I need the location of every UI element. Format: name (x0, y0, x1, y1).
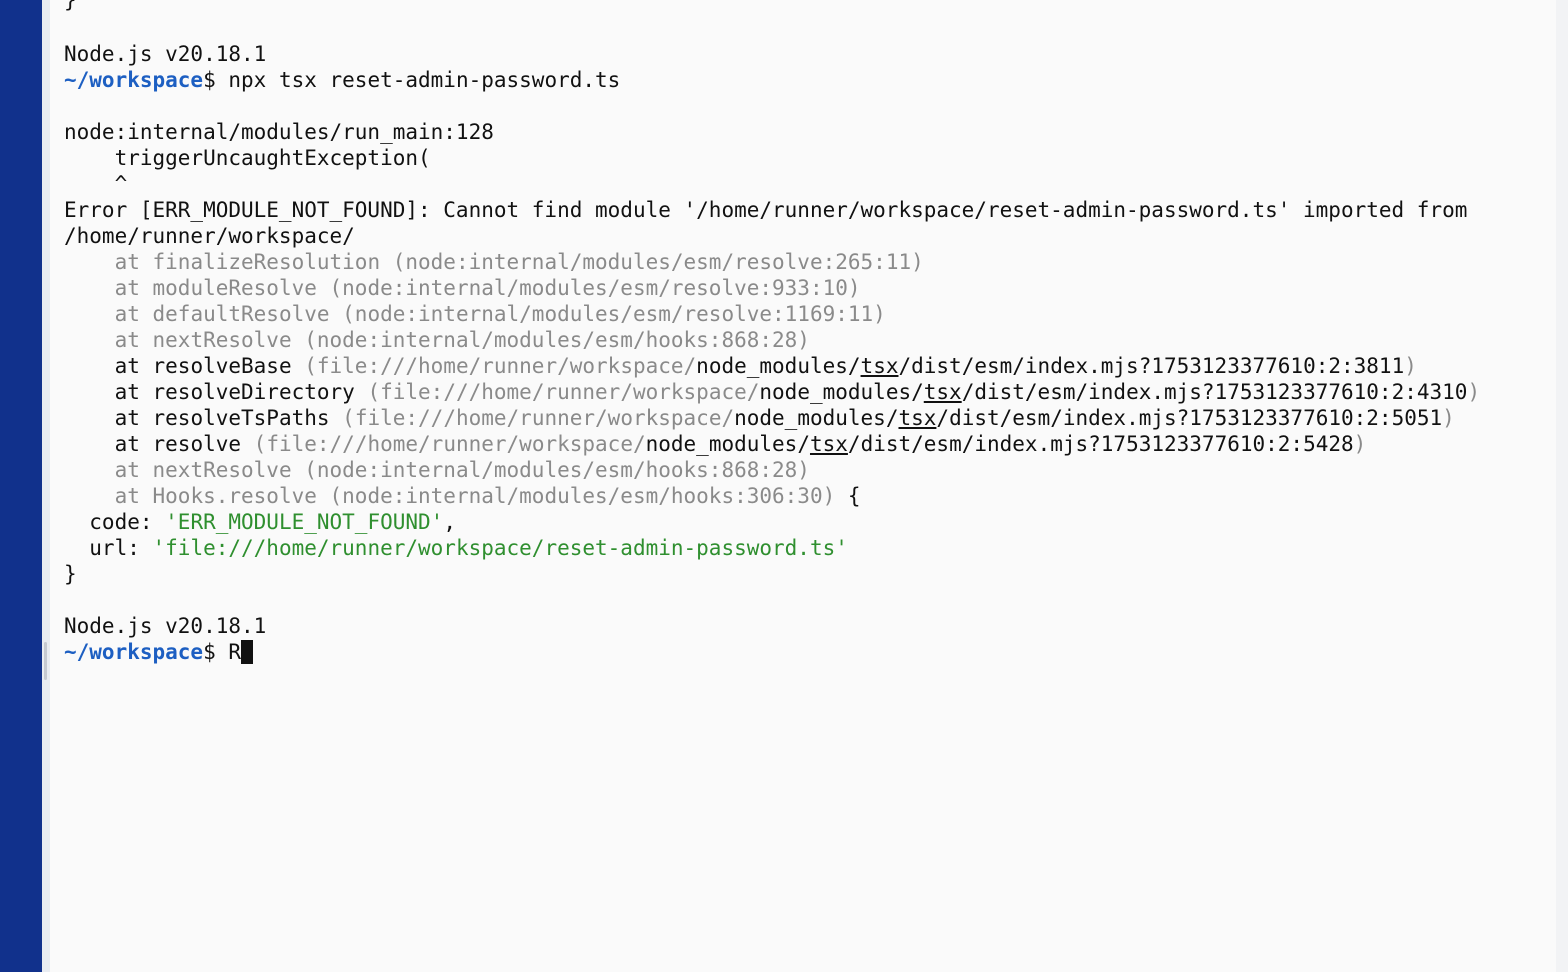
link[interactable]: tsx (924, 380, 962, 404)
stack-frame: at finalizeResolution (node:internal/mod… (114, 250, 924, 274)
stack-frame: at nextResolve (node:internal/modules/es… (114, 328, 810, 352)
link[interactable]: tsx (810, 432, 848, 456)
prompt-directory: ~/workspace (64, 640, 204, 664)
stack-frame: at resolve (file:///home/runner/workspac… (114, 432, 1367, 456)
output-line: node:internal/modules/run_main:128 (64, 120, 494, 144)
activity-bar (0, 0, 42, 972)
link[interactable]: tsx (861, 354, 899, 378)
prompt-symbol: $ (203, 68, 229, 92)
stack-frame: at defaultResolve (node:internal/modules… (114, 302, 886, 326)
prompt-line[interactable]: ~/workspace$ R (64, 639, 254, 665)
error-message: Error [ERR_MODULE_NOT_FOUND]: Cannot fin… (64, 198, 1468, 222)
stack-frame: at moduleResolve (node:internal/modules/… (114, 276, 861, 300)
error-code: code: 'ERR_MODULE_NOT_FOUND', (64, 510, 456, 534)
stack-frame: at nextResolve (node:internal/modules/es… (114, 458, 810, 482)
output-line: triggerUncaughtException( (64, 146, 431, 170)
splitter-handle[interactable] (44, 642, 47, 680)
prompt-symbol: $ (203, 640, 229, 664)
stack-frame: at Hooks.resolve (node:internal/modules/… (114, 484, 861, 508)
stack-frame: at resolveDirectory (file:///home/runner… (114, 380, 1481, 404)
error-message-cont: /home/runner/workspace/ (64, 224, 355, 248)
node-version-line: Node.js v20.18.1 (64, 614, 267, 638)
terminal-output[interactable]: } Node.js v20.18.1 ~/workspace$ npx tsx … (64, 0, 1554, 972)
link[interactable]: tsx (898, 406, 936, 430)
error-url: url: 'file:///home/runner/workspace/rese… (64, 536, 848, 560)
scrollbar-track[interactable] (1556, 0, 1568, 972)
terminal-input[interactable]: R (228, 640, 241, 664)
output-line: } (64, 562, 77, 586)
command-text: npx tsx reset-admin-password.ts (228, 68, 621, 92)
output-line: } (64, 0, 77, 12)
stack-frame: at resolveBase (file:///home/runner/work… (114, 354, 1417, 378)
output-line: ^ (64, 172, 128, 196)
text-cursor (241, 640, 254, 664)
prompt-directory: ~/workspace (64, 68, 204, 92)
prompt-line: ~/workspace$ npx tsx reset-admin-passwor… (64, 67, 620, 93)
panel-divider[interactable] (42, 0, 50, 972)
node-version-line: Node.js v20.18.1 (64, 42, 267, 66)
stack-frame: at resolveTsPaths (file:///home/runner/w… (114, 406, 1455, 430)
